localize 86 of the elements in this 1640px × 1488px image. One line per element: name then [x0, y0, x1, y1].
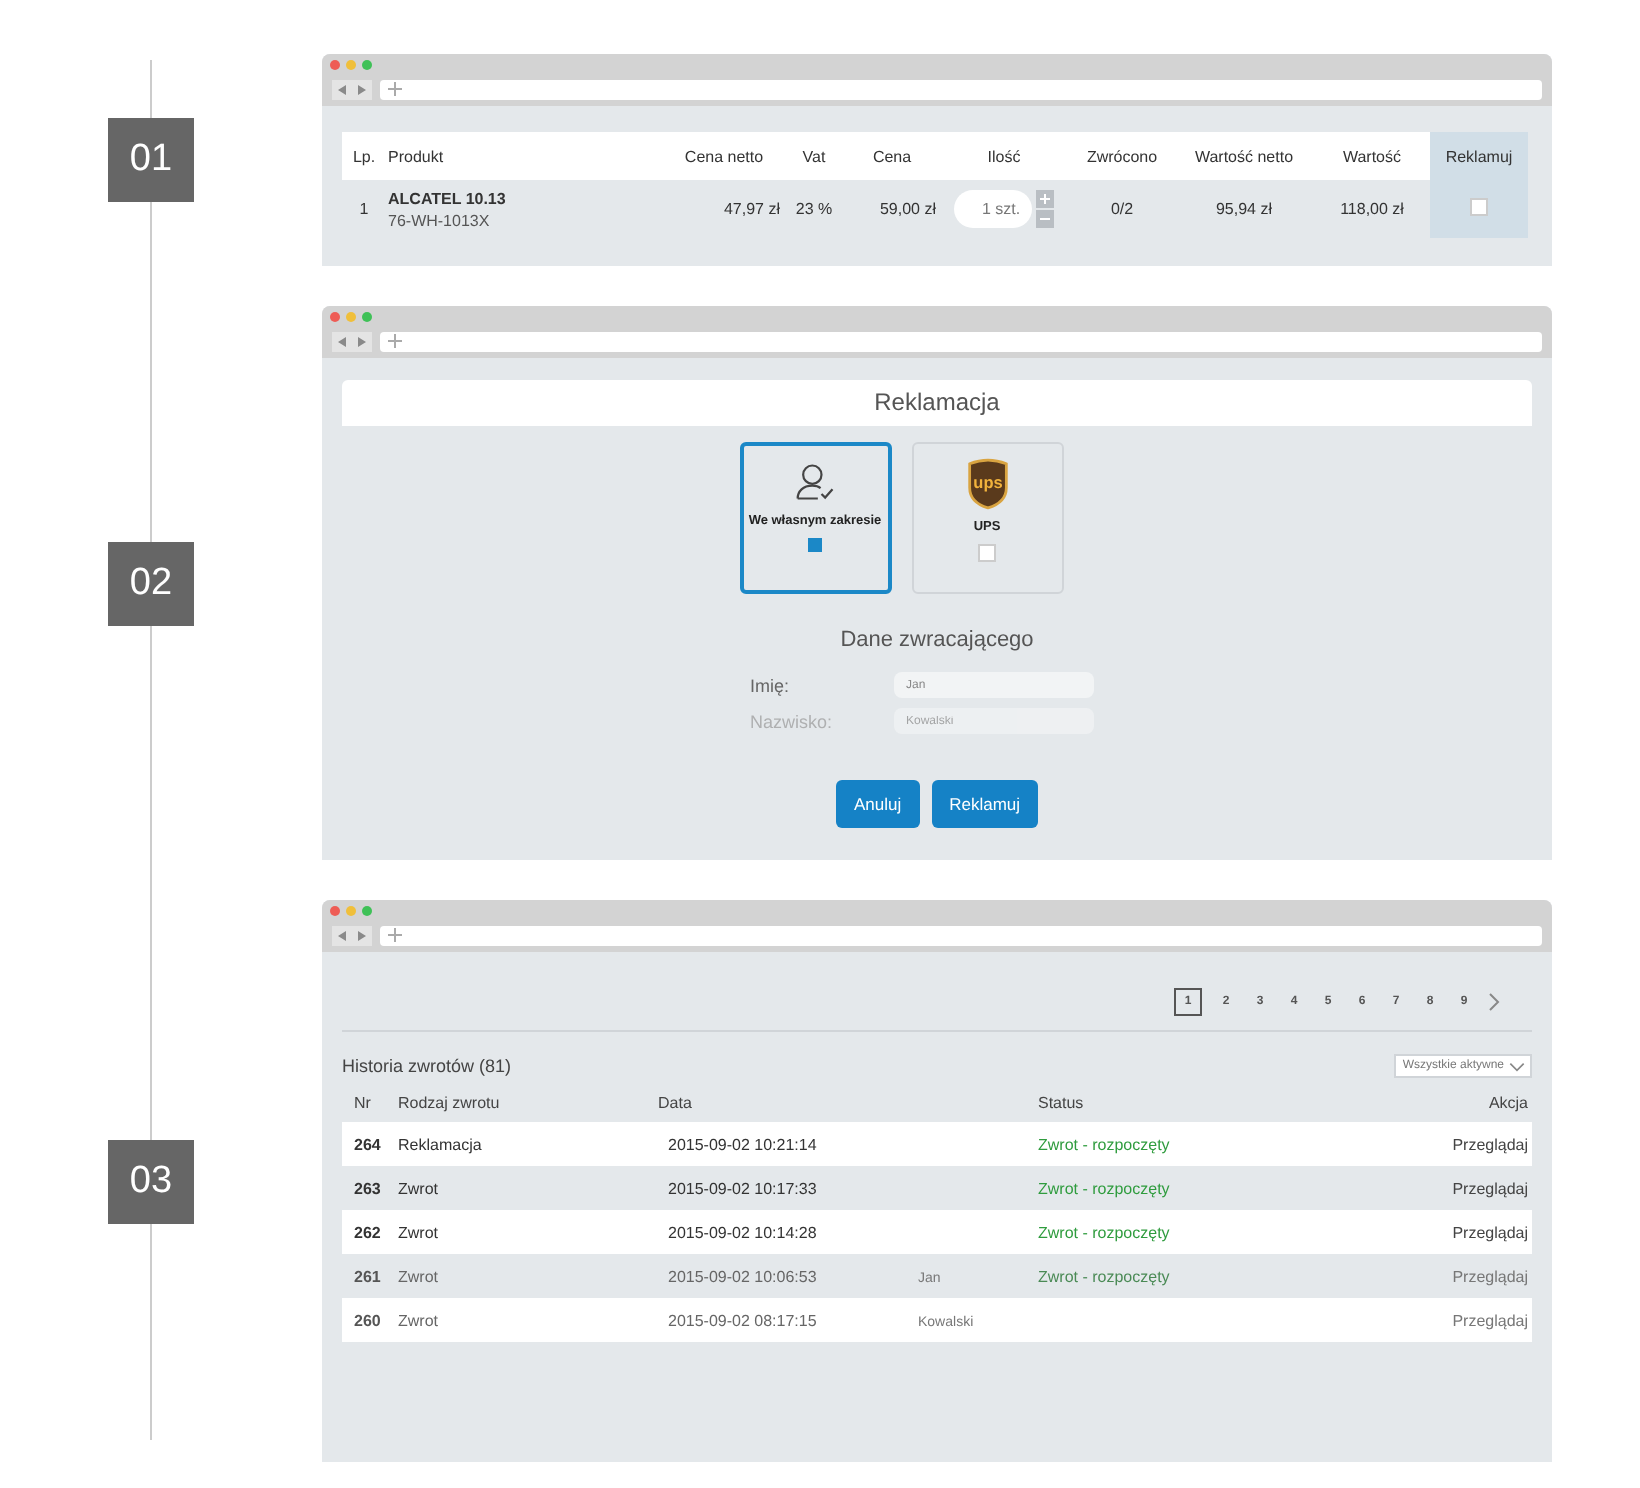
table-cell-text: 263	[354, 1179, 383, 1197]
product-code: 76-WH-1013X	[388, 211, 492, 229]
table-cell-text: Reklamacja	[398, 1135, 484, 1153]
maximize-dot[interactable]	[362, 60, 372, 70]
chevron-right-icon[interactable]	[1488, 992, 1500, 1012]
table-cell-text: 2015-09-02 10:17:33	[666, 1179, 819, 1197]
column-header: Akcja	[1486, 1093, 1528, 1111]
plus-icon	[388, 928, 402, 942]
history-title: Historia zwrotów (81)	[342, 1056, 512, 1076]
table-cell: 118,00 zł	[1314, 180, 1430, 238]
view-link[interactable]: Przeglądaj	[1452, 1179, 1528, 1197]
table-cell-text: 2015-09-02 10:06:53	[666, 1267, 819, 1285]
column-header: Data	[658, 1093, 694, 1111]
table-cell-text: Zwrot	[398, 1223, 440, 1241]
column-header: Zwrócono	[1070, 132, 1174, 180]
back-forward-icon[interactable]	[332, 331, 372, 351]
table-cell: 59,00 zł	[846, 180, 938, 238]
address-bar[interactable]	[380, 331, 1542, 351]
table-cell-text: 260	[354, 1311, 383, 1329]
table-cell: 47,97 zł	[666, 180, 782, 238]
quantity-field[interactable]: 1 szt.	[953, 190, 1033, 228]
status-text: Zwrot - rozpoczęty	[1038, 1267, 1170, 1285]
close-dot[interactable]	[330, 312, 340, 322]
form-title: Reklamacja	[342, 380, 1532, 426]
column-header: Cena	[846, 132, 938, 180]
column-header: Vat	[782, 132, 846, 180]
status-text: Zwrot - rozpoczęty	[1038, 1135, 1170, 1153]
shield-logo: ups	[965, 458, 1009, 510]
field-label: Nazwisko:	[750, 711, 835, 731]
action-button[interactable]: Anuluj	[835, 780, 920, 828]
status-text: Zwrot - rozpoczęty	[1038, 1179, 1170, 1197]
column-header: Rodzaj zwrotu	[398, 1093, 502, 1111]
view-link[interactable]: Przeglądaj	[1452, 1311, 1528, 1329]
chevron-down-icon	[1508, 1061, 1526, 1071]
table-cell: 0/2	[1070, 180, 1174, 238]
decrement-button[interactable]	[1036, 210, 1055, 228]
view-link[interactable]: Przeglądaj	[1452, 1135, 1528, 1153]
column-header: Produkt	[386, 132, 666, 180]
table-cell-text: 262	[354, 1223, 383, 1241]
maximize-dot[interactable]	[362, 312, 372, 322]
address-bar[interactable]	[380, 79, 1542, 99]
column-header: Wartość	[1314, 132, 1430, 180]
table-cell: 23 %	[782, 180, 846, 238]
table-cell-text: Zwrot	[398, 1311, 440, 1329]
plus-icon	[388, 334, 402, 348]
column-header: Cena netto	[666, 132, 782, 180]
table-cell-text: 2015-09-02 08:17:15	[666, 1311, 819, 1329]
minimize-dot[interactable]	[346, 312, 356, 322]
option-checkbox[interactable]	[978, 544, 996, 562]
back-forward-icon[interactable]	[332, 79, 372, 99]
product-name: ALCATEL 10.13	[388, 189, 508, 207]
column-header: Nr	[354, 1093, 373, 1111]
column-header: Status	[1038, 1093, 1086, 1111]
action-button[interactable]: Reklamuj	[931, 780, 1039, 828]
minimize-dot[interactable]	[346, 906, 356, 916]
user-check-icon	[793, 460, 837, 504]
table-cell-text: 2015-09-02 10:14:28	[666, 1223, 819, 1241]
table-cell: 1	[342, 180, 386, 238]
back-forward-icon[interactable]	[332, 925, 372, 945]
table-cell-text: Zwrot	[398, 1179, 440, 1197]
field-label: Imię:	[750, 675, 792, 695]
close-dot[interactable]	[330, 906, 340, 916]
column-header: Wartość netto	[1174, 132, 1314, 180]
table-cell-text: Zwrot	[398, 1267, 440, 1285]
column-header: Reklamuj	[1430, 132, 1528, 180]
option-checkbox[interactable]	[808, 538, 822, 552]
step-number: 03	[108, 1139, 194, 1223]
table-cell-text: 261	[354, 1267, 383, 1285]
table-cell-text: 2015-09-02 10:21:14	[666, 1135, 819, 1153]
view-link[interactable]: Przeglądaj	[1452, 1223, 1528, 1241]
step-number: 01	[108, 118, 194, 202]
section-title: Dane zwracającego	[838, 628, 1036, 652]
close-dot[interactable]	[330, 60, 340, 70]
address-bar[interactable]	[380, 925, 1542, 945]
maximize-dot[interactable]	[362, 906, 372, 916]
minimize-dot[interactable]	[346, 60, 356, 70]
checkbox[interactable]	[1470, 198, 1488, 216]
view-link[interactable]: Przeglądaj	[1452, 1267, 1528, 1285]
step-number: 02	[108, 541, 194, 625]
status-text: Zwrot - rozpoczęty	[1038, 1223, 1170, 1241]
increment-button[interactable]	[1036, 190, 1055, 208]
column-header: Ilość	[938, 132, 1070, 180]
plus-icon	[388, 82, 402, 96]
table-cell-text: 264	[354, 1135, 383, 1153]
table-cell: 95,94 zł	[1174, 180, 1314, 238]
column-header: Lp.	[342, 132, 386, 180]
